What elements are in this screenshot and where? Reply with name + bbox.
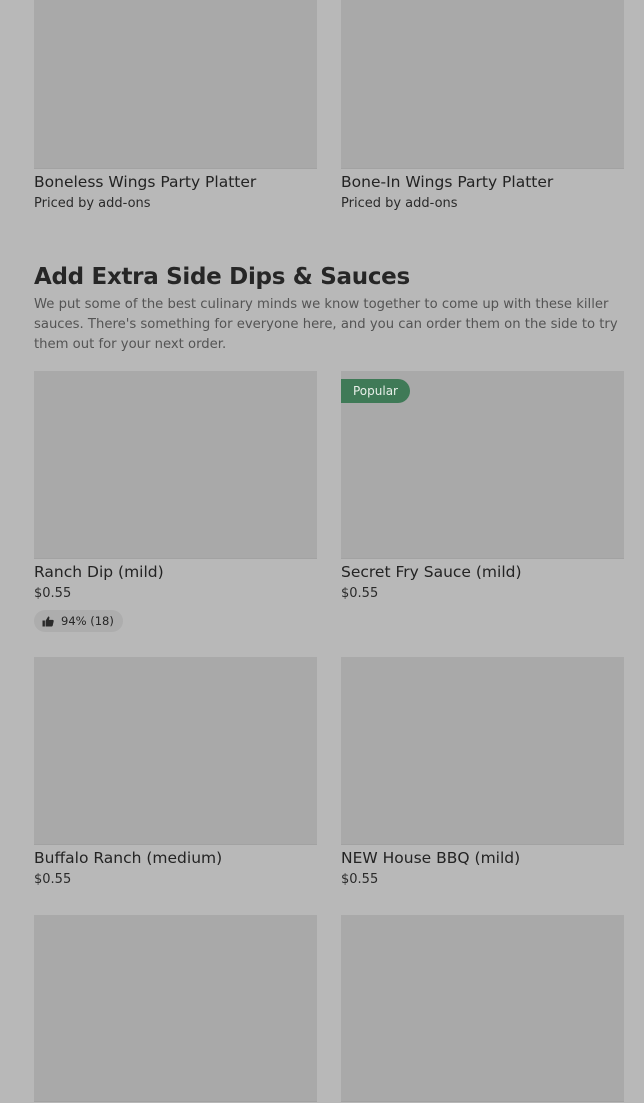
rating-text: 94% (18)	[61, 614, 114, 628]
thumbs-up-icon	[42, 616, 54, 627]
menu-item-house-bbq[interactable]: NEW House BBQ (mild) $0.55	[341, 657, 624, 889]
item-title: Buffalo Ranch (medium)	[34, 849, 223, 867]
item-title: Ranch Dip (mild)	[34, 563, 164, 581]
item-price: Priced by add-ons	[341, 196, 458, 211]
item-price: Priced by add-ons	[34, 196, 151, 211]
item-image[interactable]: Popular	[341, 371, 624, 559]
rating-badge: 94% (18)	[34, 610, 123, 632]
popular-badge: Popular	[341, 379, 410, 403]
menu-item-boneless-wings-platter[interactable]: Boneless Wings Party Platter Priced by a…	[34, 0, 317, 213]
item-title: Boneless Wings Party Platter	[34, 173, 257, 191]
item-price: $0.55	[341, 586, 379, 601]
item-image[interactable]	[34, 371, 317, 559]
item-price: $0.55	[34, 872, 72, 887]
menu-item-partial[interactable]	[34, 915, 317, 1102]
item-image[interactable]	[34, 0, 317, 169]
item-price: $0.55	[341, 872, 379, 887]
menu-item-bone-in-wings-platter[interactable]: Bone-In Wings Party Platter Priced by ad…	[341, 0, 624, 213]
section-description: We put some of the best culinary minds w…	[34, 297, 618, 352]
item-image[interactable]	[341, 0, 624, 169]
item-image[interactable]	[34, 915, 317, 1102]
item-image[interactable]	[34, 657, 317, 845]
menu-page: Boneless Wings Party Platter Priced by a…	[0, 0, 644, 1103]
item-image[interactable]	[341, 915, 624, 1102]
item-title: Secret Fry Sauce (mild)	[341, 563, 522, 581]
menu-item-secret-fry-sauce[interactable]: Popular Secret Fry Sauce (mild) $0.55	[341, 371, 624, 603]
item-price: $0.55	[34, 586, 72, 601]
item-image[interactable]	[341, 657, 624, 845]
menu-item-buffalo-ranch[interactable]: Buffalo Ranch (medium) $0.55	[34, 657, 317, 889]
section-title: Add Extra Side Dips & Sauces	[34, 264, 410, 290]
item-title: NEW House BBQ (mild)	[341, 849, 521, 867]
menu-item-ranch-dip[interactable]: Ranch Dip (mild) $0.55 94% (18)	[34, 371, 317, 632]
menu-item-partial[interactable]	[341, 915, 624, 1102]
item-title: Bone-In Wings Party Platter	[341, 173, 554, 191]
